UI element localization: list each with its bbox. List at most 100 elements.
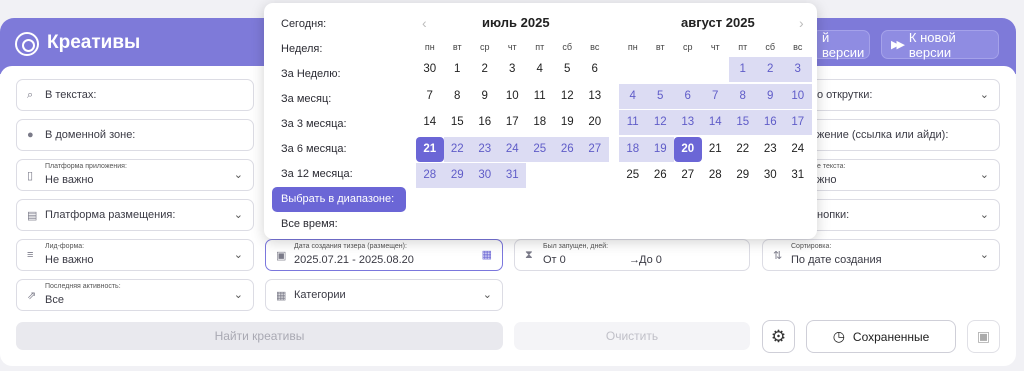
- day-cell[interactable]: 25: [619, 163, 647, 188]
- fast-forward-icon: ▶▶: [891, 39, 905, 51]
- day-cell[interactable]: 27: [674, 163, 702, 188]
- day-cell[interactable]: 5: [554, 57, 582, 82]
- new-version-button[interactable]: ▶▶ К новой версии: [881, 30, 999, 60]
- categories-select[interactable]: ▦ Категории ⌄: [265, 279, 503, 311]
- day-cell[interactable]: 17: [784, 110, 812, 135]
- day-cell[interactable]: 18: [619, 136, 647, 162]
- week-row: 30 1 2 3 4 5 6: [416, 57, 609, 84]
- day-cell[interactable]: 18: [526, 110, 554, 135]
- day-cell[interactable]: 24: [784, 137, 812, 162]
- preset-item[interactable]: За 3 месяца:: [272, 112, 406, 137]
- saved-button[interactable]: ◷ Сохраненные: [806, 320, 956, 353]
- day-cell[interactable]: 10: [784, 83, 812, 109]
- preset-item[interactable]: Выбрать в диапазоне:: [272, 187, 406, 212]
- day-cell[interactable]: 9: [471, 84, 499, 109]
- day-cell[interactable]: 11: [619, 110, 647, 135]
- day-cell[interactable]: 30: [471, 163, 499, 188]
- external-link-icon: ⇗: [27, 290, 37, 302]
- day-cell[interactable]: 23: [471, 136, 499, 162]
- day-cell[interactable]: 5: [646, 83, 674, 109]
- day-cell[interactable]: 8: [729, 83, 757, 109]
- day-cell[interactable]: 24: [498, 136, 526, 162]
- day-cell[interactable]: 16: [756, 110, 784, 135]
- day-cell[interactable]: 4: [526, 57, 554, 82]
- prev-month-icon[interactable]: ‹: [422, 15, 427, 31]
- text-search-field[interactable]: ⌕ В текстах:: [16, 79, 254, 111]
- domain-zone-field[interactable]: ● В доменной зоне:: [16, 119, 254, 151]
- last-activity-select[interactable]: ⇗ Последняя активность: Все ⌄: [16, 279, 254, 311]
- day-cell[interactable]: 30: [757, 163, 785, 188]
- day-cell[interactable]: 22: [443, 136, 471, 162]
- preset-item[interactable]: Все время:: [272, 212, 406, 237]
- launched-from-input[interactable]: От 0: [543, 254, 566, 266]
- day-cell[interactable]: 4: [619, 83, 647, 109]
- preset-item[interactable]: За Неделю:: [272, 62, 406, 87]
- day-cell[interactable]: 8: [444, 84, 472, 109]
- day-cell[interactable]: 27: [581, 136, 609, 162]
- day-cell[interactable]: 28: [702, 163, 730, 188]
- day-cell[interactable]: 10: [499, 84, 527, 109]
- preset-item[interactable]: За месяц:: [272, 87, 406, 112]
- day-cell[interactable]: 29: [443, 163, 471, 188]
- preset-item[interactable]: Сегодня:: [272, 12, 406, 37]
- day-cell[interactable]: 23: [757, 137, 785, 162]
- day-cell[interactable]: 15: [729, 110, 757, 135]
- app-platform-select[interactable]: ▯ Платформа приложения: Не важно ⌄: [16, 159, 254, 191]
- old-version-button[interactable]: й версии: [812, 30, 870, 60]
- launched-to-input[interactable]: До 0: [639, 254, 662, 266]
- calendar-small-icon: ▦: [481, 249, 492, 261]
- launched-days-field[interactable]: ⧗ Был запущен, дней: От 0 → До 0: [514, 239, 750, 271]
- placement-platform-select[interactable]: ▤ Платформа размещения: ⌄: [16, 199, 254, 231]
- preset-item[interactable]: За 6 месяца:: [272, 137, 406, 162]
- day-cell[interactable]: 9: [756, 83, 784, 109]
- find-creatives-button[interactable]: Найти креативы: [16, 322, 503, 350]
- save-disk-button[interactable]: ▣: [967, 320, 1000, 353]
- weekday-label: ср: [479, 42, 490, 52]
- settings-button[interactable]: ⚙: [762, 320, 795, 353]
- day-cell[interactable]: 20: [581, 110, 609, 135]
- day-cell[interactable]: 15: [444, 110, 472, 135]
- sort-select[interactable]: ⇅ Сортировка: По дате создания ⌄: [762, 239, 1000, 271]
- day-cell[interactable]: 12: [646, 110, 674, 135]
- day-cell[interactable]: 19: [554, 110, 582, 135]
- preset-item[interactable]: За 12 месяца:: [272, 162, 406, 187]
- day-cell[interactable]: 26: [553, 136, 581, 162]
- day-cell[interactable]: 3: [784, 57, 812, 82]
- day-cell[interactable]: 26: [647, 163, 675, 188]
- day-cell[interactable]: 25: [526, 136, 554, 162]
- next-month-icon[interactable]: ›: [799, 15, 804, 31]
- day-cell[interactable]: 13: [674, 110, 702, 135]
- day-cell[interactable]: 2: [756, 57, 784, 82]
- day-cell[interactable]: 17: [499, 110, 527, 135]
- day-cell[interactable]: 7: [701, 83, 729, 109]
- day-cell[interactable]: 22: [729, 137, 757, 162]
- day-cell[interactable]: 16: [471, 110, 499, 135]
- day-cell[interactable]: 6: [581, 57, 609, 82]
- day-cell[interactable]: 20: [674, 136, 702, 162]
- day-cell[interactable]: 13: [581, 84, 609, 109]
- day-cell[interactable]: 2: [471, 57, 499, 82]
- day-cell[interactable]: 12: [554, 84, 582, 109]
- chevron-down-icon: ⌄: [233, 249, 243, 261]
- preset-item[interactable]: Неделя:: [272, 37, 406, 62]
- day-cell[interactable]: 6: [674, 83, 702, 109]
- day-cell[interactable]: 28: [416, 163, 444, 188]
- day-cell[interactable]: 1: [444, 57, 472, 82]
- day-cell[interactable]: 19: [646, 136, 674, 162]
- day-cell[interactable]: 14: [416, 110, 444, 135]
- day-cell[interactable]: 1: [729, 57, 757, 82]
- creation-date-field[interactable]: ▣ Дата создания тизера (размещен): 2025.…: [265, 239, 503, 271]
- day-cell[interactable]: 3: [499, 57, 527, 82]
- clear-button[interactable]: Очистить: [514, 322, 750, 350]
- day-cell[interactable]: 21: [416, 136, 444, 162]
- day-cell[interactable]: 14: [701, 110, 729, 135]
- text-type-value: жно: [817, 174, 837, 186]
- day-cell[interactable]: 31: [784, 163, 812, 188]
- day-cell[interactable]: 29: [729, 163, 757, 188]
- day-cell[interactable]: 11: [526, 84, 554, 109]
- day-cell[interactable]: 30: [416, 57, 444, 82]
- day-cell[interactable]: 21: [702, 137, 730, 162]
- day-cell[interactable]: 7: [416, 84, 444, 109]
- lead-form-select[interactable]: ≡ Лид-форма: Не важно ⌄: [16, 239, 254, 271]
- day-cell[interactable]: 31: [498, 163, 526, 188]
